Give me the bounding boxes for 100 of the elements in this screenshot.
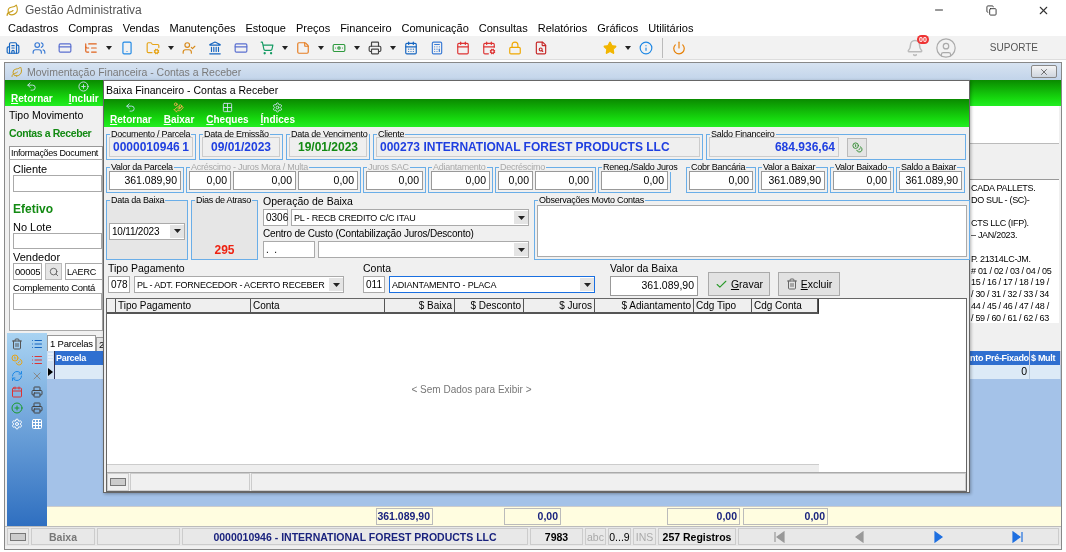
code-field[interactable]: 011 [363, 276, 385, 293]
menu-item[interactable]: Estoque [245, 22, 286, 34]
dropdown-button[interactable] [170, 224, 184, 238]
star-icon[interactable] [603, 40, 617, 55]
menu-item[interactable]: Cadastros [8, 22, 59, 34]
search-button[interactable] [45, 263, 62, 280]
amount-field[interactable]: 0,00 [601, 171, 668, 190]
menu-item[interactable]: Manutenções [169, 22, 236, 34]
menu-item[interactable]: Preços [295, 22, 331, 34]
printer-icon[interactable] [368, 40, 382, 55]
payment-select[interactable]: PL - ADT. FORNECEDOR - ACERTO RECEBER [134, 276, 344, 293]
tab[interactable]: Informações Document [9, 146, 103, 159]
users-icon[interactable] [32, 40, 46, 55]
list-icon[interactable] [31, 354, 43, 366]
refresh-icon[interactable] [11, 370, 23, 382]
support-link[interactable]: SUPORTE [989, 42, 1038, 53]
amount-field: 0,00 [189, 171, 231, 190]
restore-icon[interactable] [985, 4, 997, 16]
code-field[interactable]: 0306 [263, 209, 288, 226]
input-field[interactable] [13, 175, 102, 192]
power-icon[interactable] [672, 40, 686, 55]
save-button[interactable]: Gravar [708, 272, 770, 296]
menu-item[interactable]: Financeiro [340, 22, 392, 34]
tab[interactable]: 1 Parcelas [47, 335, 96, 351]
close-button[interactable] [1031, 65, 1057, 78]
list-icon[interactable] [31, 338, 43, 350]
column-header[interactable]: $ Desconto [455, 299, 524, 312]
amount-field[interactable]: 361.089,90 [899, 171, 962, 190]
payment-select[interactable]: ADIANTAMENTO - PLACA [389, 276, 595, 293]
caret-icon[interactable] [354, 45, 360, 50]
printer-icon[interactable] [31, 402, 43, 414]
menu-item[interactable]: Utilitários [648, 22, 694, 34]
caret-icon[interactable] [282, 45, 288, 50]
input-field[interactable] [13, 293, 102, 310]
group-label: Data da Baixa [110, 195, 166, 205]
note-line: # 01 / 02 / 03 / 04 / 05 [971, 265, 1053, 278]
column-header[interactable]: $ Adiantamento [595, 299, 694, 312]
document-search-icon[interactable] [534, 40, 548, 55]
menu-item[interactable]: Consultas [478, 22, 528, 34]
lock-icon[interactable] [508, 40, 522, 55]
amount-field[interactable]: 0,00 [833, 171, 891, 190]
dropdown-button[interactable] [329, 278, 343, 291]
notes-field[interactable] [537, 205, 967, 257]
menu-item[interactable]: Comunicação [401, 22, 469, 34]
caret-icon[interactable] [625, 45, 631, 50]
calendar-gear-icon[interactable] [482, 40, 496, 55]
delete-button[interactable]: Excluir [778, 272, 840, 296]
menu-item[interactable]: Relatórios [537, 22, 588, 34]
code-field[interactable]: . . [263, 241, 315, 258]
bank-icon[interactable] [208, 40, 222, 55]
card-icon[interactable] [58, 40, 72, 55]
calendar-icon[interactable] [456, 40, 470, 55]
dialog-title: Baixa Financeiro - Contas a Receber [106, 84, 279, 96]
column-header[interactable]: $ Juros [524, 299, 595, 312]
building-icon[interactable] [6, 40, 20, 55]
amount-field[interactable]: 361.089,90 [109, 171, 181, 190]
menu-item[interactable]: Vendas [122, 22, 160, 34]
menu-item[interactable]: Compras [68, 22, 113, 34]
notes-area[interactable]: CADA PALLETS. DO SUL - (SC)- CTS LLC (IFP). – JAN/2023. P. 21314LC-JM. # 01 / 02 / 03 / 04 / 05 15 / 16 / 17 / 18 / 19 / / 30 / 31 / 32 / 33 / 34 44 / 45 / 46 / 47 / 48 / / 59 / 60 / 61 / 62 / 63 [969, 179, 1059, 323]
dropdown-button[interactable] [580, 278, 594, 291]
user-icon[interactable] [934, 36, 957, 59]
input-field[interactable]: 00005 [13, 263, 42, 280]
column-header[interactable]: Conta [251, 299, 385, 312]
group-label: Data de Vencimento [290, 129, 369, 139]
calendar-icon[interactable] [11, 386, 23, 398]
caret-icon[interactable] [318, 45, 324, 50]
note-icon[interactable] [296, 40, 310, 55]
person-icon[interactable] [182, 40, 196, 55]
operation-select[interactable]: PL - RECB CREDITO C/C ITAU [291, 209, 529, 226]
amount-field[interactable]: 361.089,90 [761, 171, 825, 190]
column-header[interactable]: $ Baixa [385, 299, 455, 312]
grid-icon[interactable] [31, 418, 43, 430]
caret-icon[interactable] [168, 45, 174, 50]
cart-icon[interactable] [260, 40, 274, 55]
dropdown-button[interactable] [514, 211, 528, 224]
column-header[interactable]: Cdg Conta [752, 299, 818, 312]
printer-icon[interactable] [31, 386, 43, 398]
menu-item[interactable]: Gráficos [597, 22, 639, 34]
input-field[interactable]: LAERC [65, 263, 103, 280]
caret-icon[interactable] [106, 45, 112, 50]
amount-field[interactable]: 0,00 [689, 171, 753, 190]
amount-field[interactable]: 361.089,90 [610, 276, 698, 296]
phone-icon[interactable] [120, 40, 134, 55]
calendar-icon[interactable] [404, 40, 418, 55]
card-icon[interactable] [234, 40, 248, 55]
column-header[interactable]: Tipo Pagamento [116, 299, 251, 312]
calculator-icon[interactable] [430, 40, 444, 55]
input-field[interactable] [13, 233, 102, 249]
caret-icon[interactable] [390, 45, 396, 50]
tree-list-icon[interactable] [84, 40, 98, 55]
column-header[interactable]: Cdg Tipo [694, 299, 752, 312]
dropdown-button[interactable] [514, 243, 528, 256]
folder-gear-icon[interactable] [146, 40, 160, 55]
date-picker[interactable]: 10/11/2023 [109, 222, 185, 240]
scrollbar[interactable] [107, 464, 819, 472]
trash-icon[interactable] [11, 338, 23, 350]
money-bag-button[interactable] [847, 138, 867, 157]
info-icon[interactable] [639, 40, 653, 55]
settings-icon[interactable] [11, 418, 23, 430]
code-field[interactable]: 078 [108, 276, 130, 293]
